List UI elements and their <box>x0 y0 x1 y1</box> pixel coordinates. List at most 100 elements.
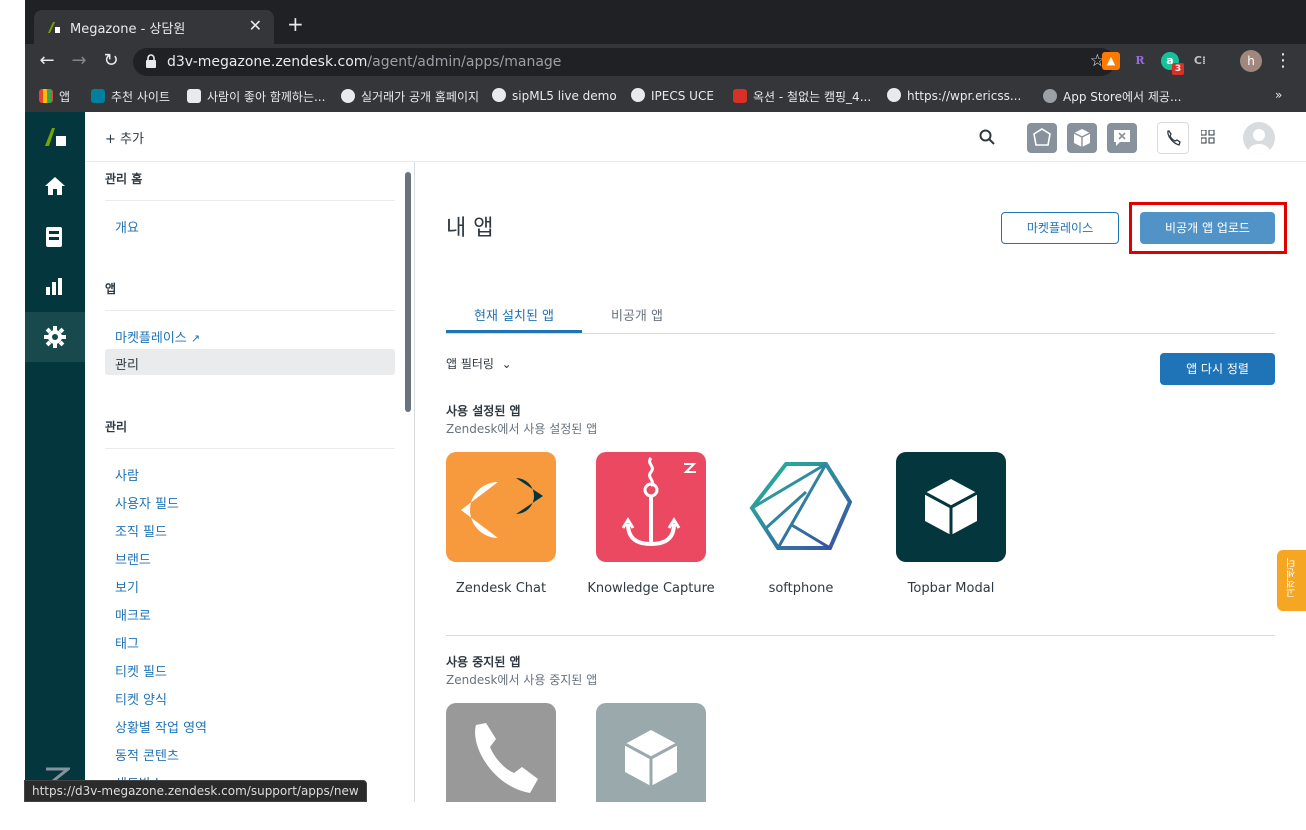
app-cube-icon[interactable] <box>1067 123 1097 153</box>
disabled-apps-title: 사용 중지된 앱 <box>446 655 521 669</box>
sidebar-link-user-fields[interactable]: 사용자 필드 <box>115 493 179 512</box>
divider <box>105 448 395 449</box>
bookmark-label: App Store에서 제공... <box>1063 90 1182 104</box>
reorder-apps-button[interactable]: 앱 다시 정렬 <box>1160 353 1275 385</box>
page-title: 내 앱 <box>446 216 494 241</box>
divider <box>105 200 395 201</box>
sidebar-link-views[interactable]: 보기 <box>115 577 139 596</box>
bookmarks-bar: 앱 추천 사이트 사람이 좋아 함께하는... 실거래가 공개 홈페이지 sip… <box>25 80 1306 112</box>
bookmark-item[interactable]: 추천 사이트 <box>91 88 170 105</box>
globe-icon <box>887 88 901 102</box>
sidebar-link-macros[interactable]: 매크로 <box>115 605 151 624</box>
url-text: d3v-megazone.zendesk.com/agent/admin/app… <box>167 54 561 70</box>
bookmark-item[interactable]: https://wpr.ericss... <box>887 88 1021 103</box>
sidebar-link-workspaces[interactable]: 상황별 작업 영역 <box>115 717 207 736</box>
bookmark-item[interactable]: sipML5 live demo <box>492 88 617 103</box>
app-name: Topbar Modal <box>907 581 995 596</box>
nav-views[interactable] <box>25 212 85 262</box>
sidebar-link-people[interactable]: 사람 <box>115 465 139 484</box>
address-bar[interactable]: d3v-megazone.zendesk.com/agent/admin/app… <box>133 48 1115 76</box>
r-extension-icon[interactable]: R <box>1131 52 1149 70</box>
app-tile-zendesk-chat[interactable] <box>446 452 556 562</box>
url-host: d3v-megazone.zendesk.com <box>167 54 368 70</box>
main-content: 내 앱 마켓플레이스 비공개 앱 업로드 현재 설치된 앱 비공개 앱 앱 필터… <box>416 162 1306 802</box>
bookmark-label: 추천 사이트 <box>111 90 171 104</box>
nav-reporting[interactable] <box>25 262 85 312</box>
globe-icon <box>631 88 645 102</box>
tab-installed-apps[interactable]: 현재 설치된 앱 <box>446 305 582 333</box>
avast-icon[interactable]: ▲ <box>1102 52 1120 70</box>
back-icon[interactable]: ← <box>35 50 59 71</box>
sidebar-link-org-fields[interactable]: 조직 필드 <box>115 521 167 540</box>
app-tile-topbar-modal[interactable] <box>896 452 1006 562</box>
bookmark-item[interactable]: App Store에서 제공... <box>1043 88 1181 105</box>
globe-icon <box>341 89 355 103</box>
bookmark-label: IPECS UCE <box>651 89 714 103</box>
bookmark-item[interactable]: 사람이 좋아 함께하는... <box>187 88 325 105</box>
profile-avatar[interactable]: h <box>1240 50 1262 72</box>
app-filter-dropdown[interactable]: 앱 필터링 ⌄ <box>446 355 512 372</box>
upload-private-app-button[interactable]: 비공개 앱 업로드 <box>1140 212 1275 244</box>
tab-close-icon[interactable]: ✕ <box>249 16 262 35</box>
app-shield-icon[interactable] <box>1027 123 1057 153</box>
bookmarks-overflow[interactable]: » <box>1275 88 1282 102</box>
app-tile-disabled-phone[interactable] <box>446 703 556 802</box>
reporting-icon <box>46 278 62 295</box>
phone-button[interactable] <box>1157 122 1189 154</box>
forward-icon[interactable]: → <box>67 50 91 71</box>
user-avatar[interactable] <box>1243 122 1275 154</box>
bookmark-label: sipML5 live demo <box>512 89 617 103</box>
sidebar-scrollbar[interactable] <box>405 172 411 412</box>
url-path: /agent/admin/apps/manage <box>367 54 562 70</box>
app-tile-disabled-cube[interactable] <box>596 703 706 802</box>
softphone-icon <box>749 462 853 550</box>
section-divider <box>446 635 1275 636</box>
bookmark-label: 앱 <box>59 90 71 104</box>
search-icon[interactable] <box>979 129 995 145</box>
tab-title: Megazone - 상담원 <box>70 22 186 37</box>
sidebar-link-overview[interactable]: 개요 <box>115 217 139 236</box>
phone-handset-icon <box>475 723 538 793</box>
cube-icon <box>624 730 678 786</box>
gear-icon <box>44 326 66 348</box>
sidebar-link-tags[interactable]: 태그 <box>115 633 139 652</box>
sidebar-link-dynamic-content[interactable]: 동적 콘텐츠 <box>115 745 179 764</box>
zendesk-chat-icon <box>461 478 543 538</box>
nav-admin[interactable] <box>25 312 85 362</box>
c-extension-icon[interactable]: C⁞ <box>1191 52 1209 70</box>
bookmark-item[interactable]: IPECS UCE <box>631 88 714 103</box>
sidebar-link-ticket-fields[interactable]: 티켓 필드 <box>115 661 167 680</box>
sidebar-link-manage[interactable]: 관리 <box>105 349 395 375</box>
marketplace-button[interactable]: 마켓플레이스 <box>1001 212 1119 244</box>
add-button[interactable]: + 추가 <box>105 128 144 147</box>
tab-private-apps[interactable]: 비공개 앱 <box>611 305 663 324</box>
app-chat-icon[interactable] <box>1107 123 1137 153</box>
app-tile-knowledge-capture[interactable] <box>596 452 706 562</box>
sidebar-link-marketplace[interactable]: 마켓플레이스 ↗ <box>115 327 200 346</box>
browser-menu-icon[interactable]: ⋮ <box>1271 50 1295 71</box>
app-tile-softphone[interactable] <box>746 452 856 562</box>
section-admin-home: 관리 홈 <box>105 172 143 186</box>
enabled-apps-subtitle: Zendesk에서 사용 설정된 앱 <box>446 422 598 436</box>
bookmark-item[interactable]: 실거래가 공개 홈페이지 <box>341 88 479 105</box>
browser-tab[interactable]: Megazone - 상담원 ✕ <box>34 10 274 44</box>
bookmark-item[interactable]: 옥션 - 철없는 캠핑_4... <box>733 88 871 105</box>
nav-home[interactable] <box>25 162 85 212</box>
bookmark-label: 실거래가 공개 홈페이지 <box>361 90 480 104</box>
sidebar-link-brands[interactable]: 브랜드 <box>115 549 151 568</box>
reload-icon[interactable]: ↻ <box>99 50 123 71</box>
new-tab-button[interactable]: + <box>287 12 304 36</box>
sidebar-link-label: 마켓플레이스 <box>115 331 187 346</box>
sidebar-link-ticket-forms[interactable]: 티켓 양식 <box>115 689 167 708</box>
auction-icon <box>733 89 747 103</box>
zendesk-logo[interactable] <box>25 112 85 162</box>
bookmark-label: 사람이 좋아 함께하는... <box>207 90 326 104</box>
products-grid-icon[interactable] <box>1201 130 1215 144</box>
knowledge-capture-icon <box>621 457 697 546</box>
divider <box>105 310 395 311</box>
top-bar: + 추가 <box>85 112 1306 162</box>
bookmark-apps[interactable]: 앱 <box>39 88 70 105</box>
app-name: Zendesk Chat <box>455 581 547 596</box>
help-center-tab[interactable]: 고객센터 <box>1277 550 1306 611</box>
zendesk-favicon-icon <box>48 22 60 33</box>
